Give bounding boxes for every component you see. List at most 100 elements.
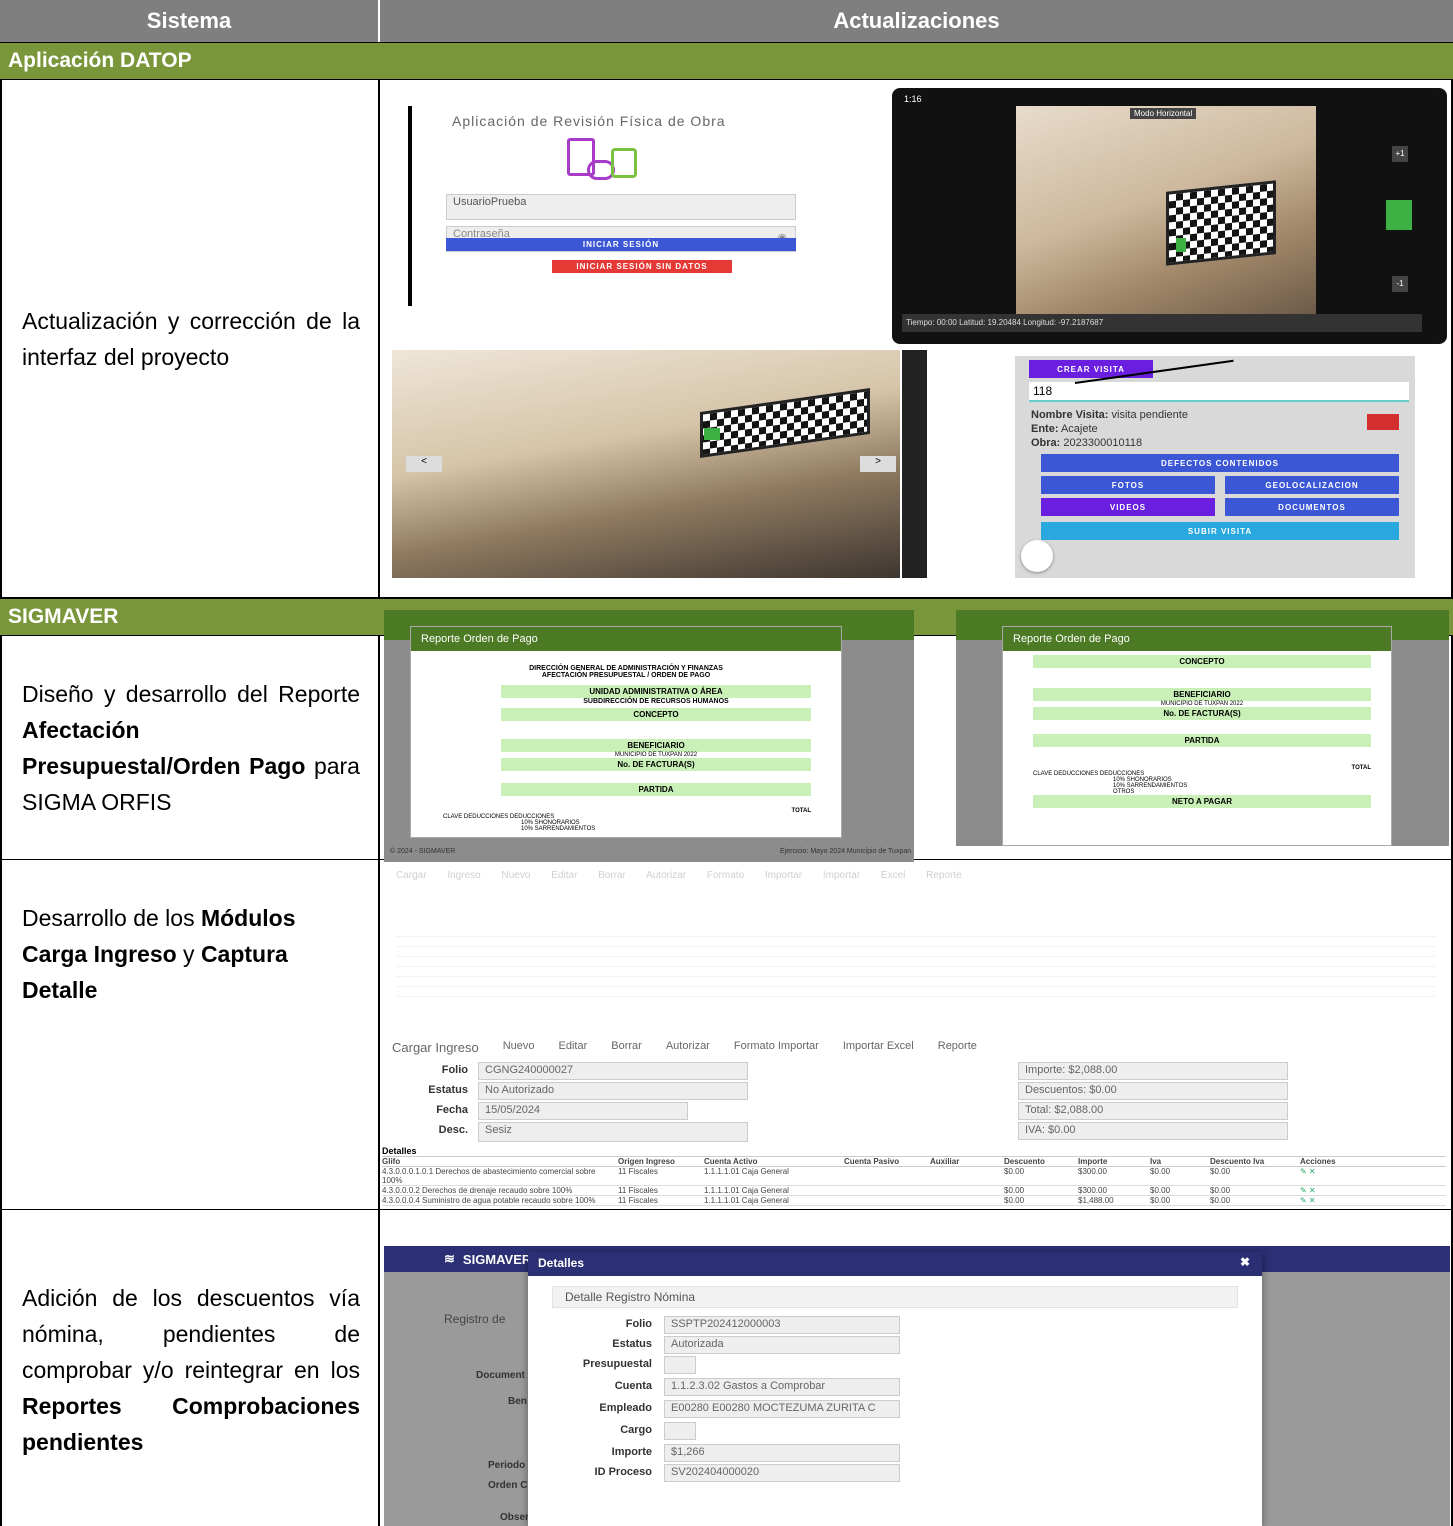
- report-factura-2: No. DE FACTURA(S): [1033, 707, 1371, 720]
- col-glifo: Glifo: [382, 1157, 401, 1166]
- edit-delete-icon[interactable]: ✎ ✕: [1300, 1196, 1360, 1205]
- col-importe: Importe: [1078, 1157, 1108, 1166]
- detail-table: Glifo Origen Ingreso Cuenta Activo Cuent…: [382, 1156, 1446, 1206]
- screenshots-cell: Cargar Ingreso Nuevo Editar Borrar Autor…: [380, 860, 1453, 1209]
- cuenta-field: 1.1.2.3.02 Gastos a Comprobar: [664, 1378, 900, 1396]
- bg-label: Registro de: [444, 1312, 506, 1326]
- iva-total: IVA: $0.00: [1018, 1122, 1288, 1140]
- description-text: Adición de los descuentos vía nómina, pe…: [22, 1280, 360, 1460]
- login-no-data-button[interactable]: INICIAR SESIÓN SIN DATOS: [552, 260, 732, 273]
- login-button[interactable]: INICIAR SESIÓN: [446, 238, 796, 251]
- user-field[interactable]: UsuarioPrueba: [446, 194, 796, 220]
- report-footer-left: © 2024 - SIGMAVER: [390, 848, 456, 855]
- report-arrendamientos: 10% SARRENDAMIENTOS: [521, 826, 596, 832]
- tab-formato-importar[interactable]: Formato Importar: [734, 1040, 819, 1055]
- row-sigmaver-modules: Desarrollo de los Módulos Carga Ingreso …: [0, 860, 1453, 1210]
- label-cuenta: Cuenta: [614, 1380, 652, 1392]
- zoom-out-button[interactable]: -1: [1392, 276, 1408, 292]
- header-sistema: Sistema: [0, 0, 380, 42]
- label-estatus: Estatus: [612, 1338, 652, 1350]
- camera-screenshot: 1:16 Modo Horizontal +1 -1 Tiempo: 00:00…: [892, 88, 1447, 344]
- zoom-in-button[interactable]: +1: [1392, 146, 1408, 162]
- report-partida-2: PARTIDA: [1033, 734, 1371, 747]
- tab-reporte[interactable]: Reporte: [938, 1040, 977, 1055]
- details-screenshot: ≋ SIGMAVER Registro de Document Ben Perio…: [384, 1246, 1450, 1526]
- cell: $0.00: [1004, 1186, 1025, 1195]
- photos-button[interactable]: FOTOS: [1041, 476, 1215, 494]
- cell: [930, 1186, 1004, 1195]
- report-screenshot-1: Reporte Orden de Pago DIRECCIÓN GENERAL …: [384, 610, 914, 862]
- bg-label: Obser: [500, 1512, 529, 1523]
- cell: [930, 1167, 1004, 1185]
- tab-nuevo[interactable]: Nuevo: [503, 1040, 535, 1055]
- report-screenshot-2: Reporte Orden de Pago CONCEPTO BENEFICIA…: [956, 610, 1449, 846]
- visit-info: Nombre Visita: visita pendiente Ente: Ac…: [1031, 408, 1188, 450]
- report-beneficiario-2: BENEFICIARIO: [1033, 688, 1371, 701]
- descuentos-total: Descuentos: $0.00: [1018, 1082, 1288, 1100]
- label-folio: Folio: [441, 1064, 468, 1076]
- status-time: 1:16: [904, 94, 922, 104]
- gallery-prev-button[interactable]: <: [406, 456, 442, 472]
- cell: [844, 1196, 930, 1205]
- desc-part: Adición de los descuentos vía nómina, pe…: [22, 1285, 360, 1383]
- desc-bold: Afectación Presupuestal/Orden Pago: [22, 716, 306, 779]
- visit-search-input[interactable]: 118: [1029, 382, 1409, 402]
- gallery-screenshot: < >: [392, 350, 927, 578]
- cell: $0.00: [1004, 1167, 1025, 1176]
- close-icon[interactable]: ✖: [1240, 1255, 1250, 1269]
- row-sigmaver-details: Adición de los descuentos vía nómina, pe…: [0, 1210, 1453, 1526]
- videos-button[interactable]: VIDEOS: [1041, 498, 1215, 516]
- tab-importar-excel[interactable]: Importar Excel: [843, 1040, 914, 1055]
- fecha-input[interactable]: 15/05/2024: [478, 1102, 688, 1120]
- desc-input[interactable]: Sesiz: [478, 1122, 748, 1142]
- tab-autorizar[interactable]: Autorizar: [666, 1040, 710, 1055]
- geolocation-button[interactable]: GEOLOCALIZACION: [1225, 476, 1399, 494]
- estatus-input[interactable]: No Autorizado: [478, 1082, 748, 1100]
- documents-button[interactable]: DOCUMENTOS: [1225, 498, 1399, 516]
- report-heading1: DIRECCIÓN GENERAL DE ADMINISTRACIÓN Y FI…: [529, 665, 723, 672]
- gallery-next-button[interactable]: >: [860, 456, 896, 472]
- login-screenshot: Aplicación de Revisión Física de Obra Us…: [402, 80, 872, 308]
- sigmaver-brand: SIGMAVER: [462, 1251, 532, 1267]
- edit-delete-icon[interactable]: ✎ ✕: [1300, 1167, 1360, 1185]
- keyboard-fab-icon[interactable]: [1021, 540, 1053, 572]
- upload-visit-button[interactable]: SUBIR VISITA: [1041, 522, 1399, 540]
- edit-delete-icon[interactable]: ✎ ✕: [1300, 1186, 1360, 1195]
- bg-label: Orden C: [488, 1480, 528, 1491]
- desc-part: Desarrollo de los: [22, 905, 201, 931]
- report-heading2: AFECTACIÓN PRESUPUESTAL / ORDEN DE PAGO: [541, 672, 711, 679]
- report-factura: No. DE FACTURA(S): [501, 758, 811, 771]
- cell: $300.00: [1078, 1167, 1107, 1176]
- record-button[interactable]: [1386, 200, 1412, 230]
- report-neto-2: NETO A PAGAR: [1033, 795, 1371, 808]
- room-image: [1016, 106, 1316, 314]
- tab-cargar-ingreso[interactable]: Cargar Ingreso: [392, 1040, 479, 1055]
- label-fecha: Fecha: [436, 1104, 468, 1116]
- folio-input[interactable]: CGNG240000027: [478, 1062, 748, 1080]
- header-actualizaciones: Actualizaciones: [380, 0, 1453, 42]
- name-value: visita pendiente: [1111, 409, 1188, 421]
- row-description: Actualización y corrección de la interfa…: [0, 80, 380, 597]
- presupuestal-field: [664, 1356, 696, 1374]
- section-datop: Aplicación DATOP: [0, 42, 1453, 80]
- cell: $0.00: [1210, 1167, 1231, 1176]
- defects-button[interactable]: DEFECTOS CONTENIDOS: [1041, 454, 1399, 472]
- cell: 1.1.1.1.01 Caja General: [704, 1167, 789, 1176]
- cell: $0.00: [1210, 1186, 1231, 1195]
- bg-label: Periodo: [488, 1460, 526, 1471]
- delete-visit-button[interactable]: [1367, 414, 1399, 430]
- module-tabs: Cargar Ingreso Nuevo Editar Borrar Autor…: [392, 1040, 977, 1055]
- report-partida: PARTIDA: [501, 783, 811, 796]
- report-window-title: Reporte Orden de Pago: [411, 627, 841, 651]
- tab-borrar[interactable]: Borrar: [611, 1040, 642, 1055]
- modal-title: Detalles: [538, 1256, 585, 1270]
- folio-field: SSPTP202412000003: [664, 1316, 900, 1334]
- updates-table: Sistema Actualizaciones Aplicación DATOP…: [0, 0, 1453, 1526]
- importe-total: Importe: $2,088.00: [1018, 1062, 1288, 1080]
- visit-screenshot: CREAR VISITA 118 Nombre Visita: visita p…: [1015, 356, 1415, 578]
- total-total: Total: $2,088.00: [1018, 1102, 1288, 1120]
- cell: [844, 1167, 930, 1185]
- tab-editar[interactable]: Editar: [559, 1040, 588, 1055]
- bg-label: Document: [476, 1370, 525, 1381]
- obra-value: 2023300010118: [1063, 437, 1143, 449]
